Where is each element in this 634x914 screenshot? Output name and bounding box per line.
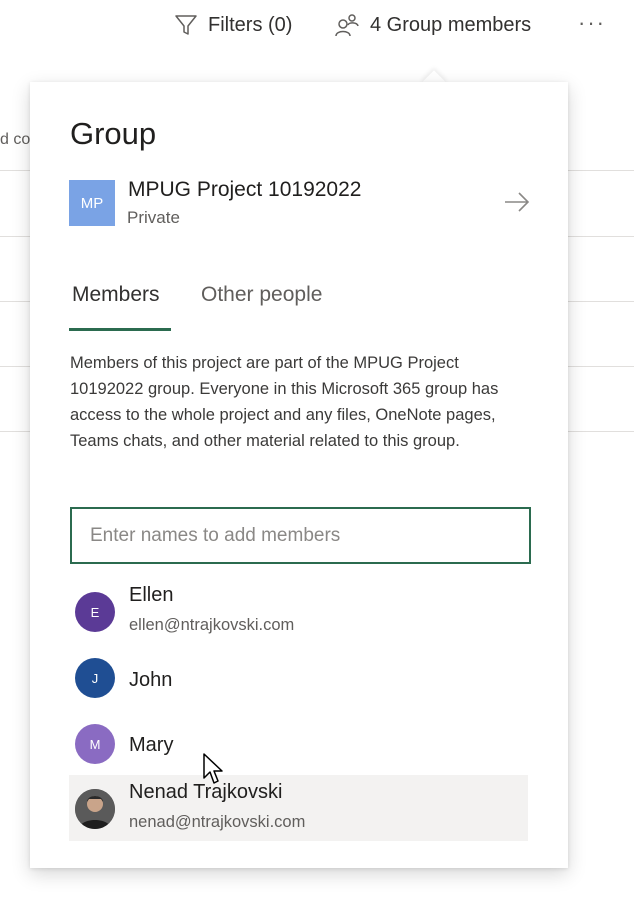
- selected-tab-indicator: [69, 328, 171, 331]
- group-avatar: MP: [69, 180, 115, 226]
- avatar-photo: [75, 789, 115, 829]
- member-item-nenad-trajkovski[interactable]: Nenad Trajkovski nenad@ntrajkovski.com: [69, 775, 528, 841]
- tab-members[interactable]: Members: [72, 283, 160, 307]
- mouse-cursor-icon: [203, 753, 223, 784]
- avatar: M: [75, 724, 115, 764]
- group-description: Members of this project are part of the …: [70, 354, 499, 450]
- person-photo-icon: [75, 789, 115, 829]
- group-link[interactable]: MP MPUG Project 10192022 Private: [69, 178, 531, 228]
- add-members-input[interactable]: [70, 507, 531, 564]
- member-name: Ellen: [129, 584, 174, 606]
- group-members-label: 4 Group members: [370, 13, 532, 36]
- member-email: nenad@ntrajkovski.com: [129, 813, 306, 831]
- member-name: John: [129, 669, 173, 691]
- people-icon: [335, 14, 359, 37]
- tab-other-people[interactable]: Other people: [201, 283, 322, 307]
- filter-icon: [175, 15, 197, 35]
- group-privacy: Private: [127, 208, 180, 227]
- member-item-ellen[interactable]: E Ellen ellen@ntrajkovski.com: [69, 580, 528, 642]
- toolbar: Filters (0) 4 Group members ···: [0, 0, 634, 54]
- filters-button[interactable]: Filters (0): [174, 13, 292, 37]
- panel-title: Group: [70, 116, 157, 151]
- member-email: ellen@ntrajkovski.com: [129, 616, 295, 634]
- arrow-right-icon[interactable]: [504, 192, 530, 212]
- group-name: MPUG Project 10192022: [128, 178, 362, 201]
- group-members-button[interactable]: 4 Group members: [334, 13, 531, 37]
- avatar: E: [75, 592, 115, 632]
- avatar: J: [75, 658, 115, 698]
- filters-label: Filters (0): [208, 13, 293, 36]
- background-cut-text: d co: [0, 131, 31, 148]
- members-tabs: Members Other people: [69, 283, 539, 333]
- member-name: Mary: [129, 734, 174, 756]
- group-members-callout: Group MP MPUG Project 10192022 Private M…: [30, 82, 568, 868]
- more-icon: ···: [578, 10, 606, 35]
- member-item-mary[interactable]: M Mary: [69, 722, 528, 766]
- member-item-john[interactable]: J John: [69, 656, 528, 700]
- more-options-button[interactable]: ···: [578, 10, 606, 36]
